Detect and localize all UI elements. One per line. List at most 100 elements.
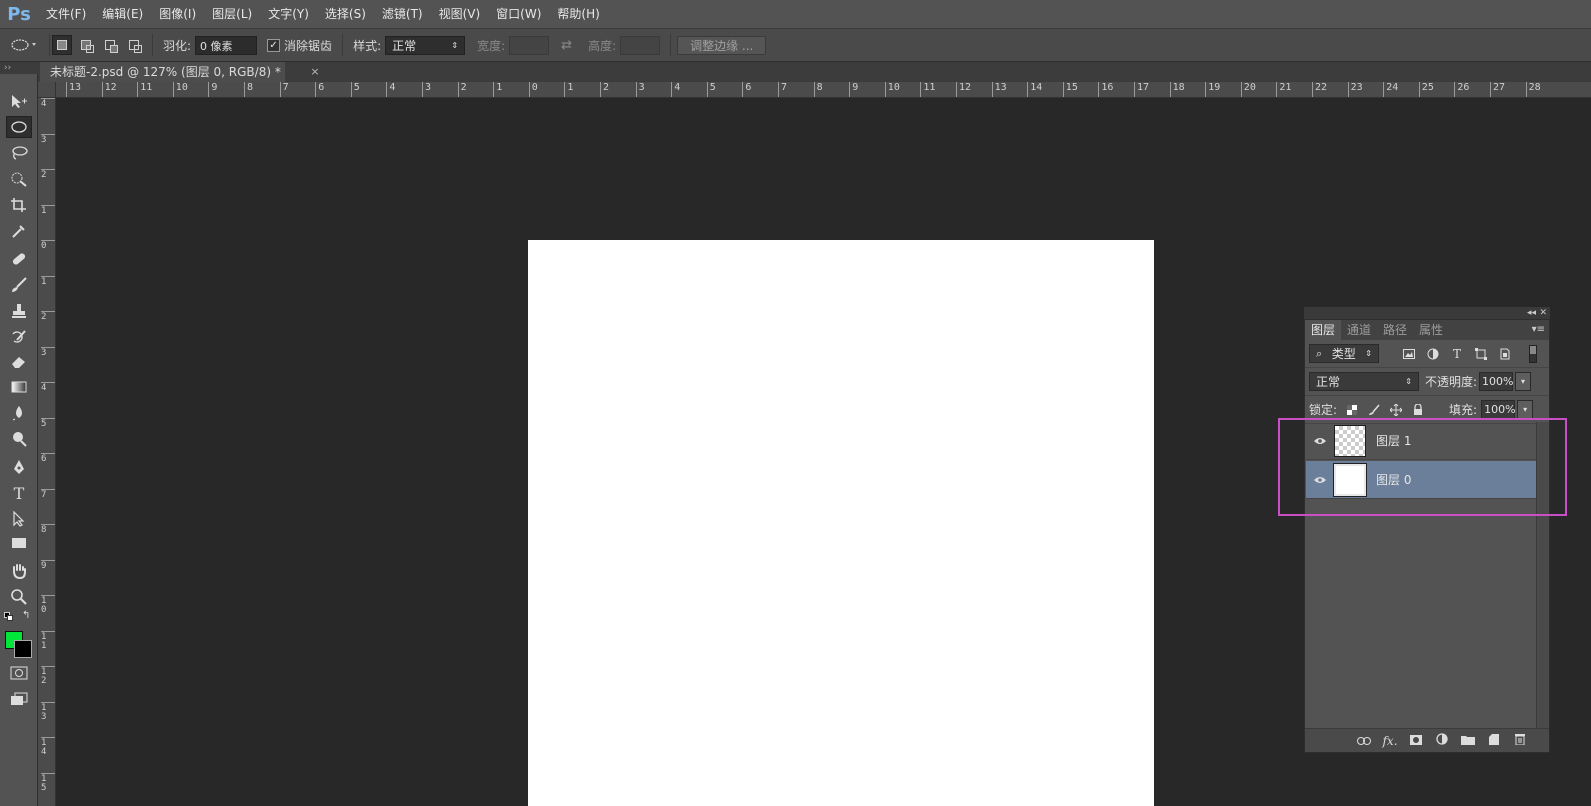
document-tab[interactable]: 未标题-2.psd @ 127% (图层 0, RGB/8) * [40, 62, 285, 82]
ruler-label: 17 [1137, 82, 1150, 93]
background-color-swatch[interactable] [14, 640, 32, 658]
ruler-label: 4 [674, 82, 681, 93]
path-selection-tool-icon[interactable] [6, 508, 32, 530]
ruler-label: 0 [41, 241, 47, 251]
lasso-tool-icon[interactable] [6, 142, 32, 164]
collapse-panel-icon[interactable]: ◂◂ [1527, 307, 1536, 319]
intersect-selection-button[interactable] [124, 35, 144, 55]
horizontal-ruler[interactable]: 13 12 11 10 9 8 7 6 5 4 3 2 1 0 1 2 3 4 5 6 7 8 9 10 11 12 13 14 15 1… [40, 82, 1591, 98]
smart-object-filter-icon[interactable] [1495, 345, 1515, 363]
ruler-tick [1240, 82, 1242, 97]
ruler-origin[interactable] [38, 82, 56, 98]
document-canvas[interactable] [528, 240, 1154, 806]
subtract-selection-icon [105, 40, 118, 53]
mask-icon[interactable] [1403, 734, 1429, 748]
tool-preset-picker[interactable] [0, 34, 50, 56]
eyedropper-tool-icon[interactable] [6, 220, 32, 242]
trash-icon[interactable] [1507, 733, 1533, 748]
ruler-label: 19 [1208, 82, 1221, 93]
default-colors-icon[interactable] [4, 612, 14, 622]
adjustment-filter-icon[interactable] [1423, 345, 1443, 363]
hand-tool-icon[interactable] [6, 560, 32, 582]
rectangle-tool-icon[interactable] [6, 532, 32, 554]
type-tool-icon[interactable]: T [6, 482, 32, 504]
tab-paths[interactable]: 路径 [1377, 320, 1413, 340]
style-select[interactable]: 正常 ⇕ [385, 35, 466, 55]
toolbar-collapse-icon[interactable]: ›› [0, 62, 38, 74]
dodge-tool-icon[interactable] [6, 428, 32, 450]
quick-selection-tool-icon[interactable] [6, 168, 32, 190]
ruler-tick [1169, 82, 1171, 97]
lock-all-icon[interactable] [1407, 401, 1429, 419]
refine-edge-button[interactable]: 调整边缘 ... [677, 35, 767, 55]
history-brush-tool-icon[interactable] [6, 326, 32, 348]
menu-window[interactable]: 窗口(W) [488, 0, 549, 28]
panel-menu-icon[interactable]: ▾≡ [1532, 320, 1545, 340]
clone-stamp-tool-icon[interactable] [6, 300, 32, 322]
new-layer-icon[interactable] [1481, 733, 1507, 748]
screen-mode-icon[interactable] [6, 688, 32, 710]
menu-view[interactable]: 视图(V) [431, 0, 489, 28]
lock-transparent-icon[interactable] [1341, 401, 1363, 419]
ruler-label: 7 [781, 82, 788, 93]
filter-type-select[interactable]: ⌕ 类型 ⇕ [1309, 344, 1379, 363]
height-input[interactable] [620, 35, 661, 55]
link-icon[interactable] [1351, 734, 1377, 748]
lock-pixels-icon[interactable] [1363, 401, 1385, 419]
crop-tool-icon[interactable] [6, 194, 32, 216]
fill-dropdown-icon[interactable]: ▾ [1517, 400, 1534, 419]
shape-filter-icon[interactable] [1471, 345, 1491, 363]
feather-input[interactable]: 0 像素 [195, 35, 258, 55]
zoom-tool-icon[interactable] [6, 586, 32, 608]
fill-input[interactable]: 100% [1481, 400, 1516, 419]
blend-mode-select[interactable]: 正常 ⇕ [1309, 372, 1419, 391]
opacity-dropdown-icon[interactable]: ▾ [1515, 372, 1532, 391]
tab-layers[interactable]: 图层 [1305, 320, 1342, 340]
pen-tool-icon[interactable] [6, 456, 32, 478]
menu-edit[interactable]: 编辑(E) [94, 0, 151, 28]
folder-icon[interactable] [1455, 734, 1481, 748]
menu-file[interactable]: 文件(F) [38, 0, 94, 28]
filter-toggle[interactable] [1529, 345, 1537, 363]
lock-position-icon[interactable] [1385, 401, 1407, 419]
healing-brush-tool-icon[interactable] [6, 248, 32, 270]
ruler-tick [1098, 82, 1100, 97]
blur-tool-icon[interactable] [6, 402, 32, 424]
gradient-tool-icon[interactable] [6, 376, 32, 398]
type-filter-icon[interactable]: T [1447, 345, 1467, 363]
elliptical-marquee-tool-icon[interactable] [6, 116, 32, 138]
subtract-selection-button[interactable] [100, 35, 120, 55]
eraser-tool-icon[interactable] [6, 350, 32, 372]
new-selection-button[interactable] [52, 35, 72, 55]
menu-layer[interactable]: 图层(L) [204, 0, 260, 28]
menu-image[interactable]: 图像(I) [151, 0, 204, 28]
ruler-label: 4 [389, 82, 396, 93]
tab-properties[interactable]: 属性 [1413, 320, 1449, 340]
image-filter-icon[interactable] [1399, 345, 1419, 363]
menu-select[interactable]: 选择(S) [317, 0, 374, 28]
ruler-label: 0 [531, 82, 538, 93]
swap-icon[interactable]: ⇄ [561, 38, 572, 53]
menu-filter[interactable]: 滤镜(T) [374, 0, 431, 28]
brush-tool-icon[interactable] [6, 274, 32, 296]
swap-colors-icon[interactable]: ↰ [22, 610, 30, 621]
opacity-input[interactable]: 100% [1479, 372, 1514, 391]
adjustment-icon[interactable] [1429, 733, 1455, 748]
antialias-checkbox[interactable]: ✓ [267, 38, 281, 52]
tab-channels[interactable]: 通道 [1341, 320, 1377, 340]
width-input[interactable] [509, 35, 550, 55]
fx-icon[interactable]: fx. [1377, 734, 1403, 748]
vertical-ruler[interactable]: 43210123456789101112131415 [38, 98, 56, 806]
add-selection-button[interactable] [76, 35, 96, 55]
ruler-label: 8 [816, 82, 823, 93]
close-panel-icon[interactable]: ✕ [1539, 307, 1547, 319]
move-tool-icon[interactable] [6, 90, 32, 112]
ruler-label: 11 [923, 82, 936, 93]
ruler-label: 1 [496, 82, 503, 93]
ruler-label: 2 [460, 82, 467, 93]
menu-bar: Ps 文件(F) 编辑(E) 图像(I) 图层(L) 文字(Y) 选择(S) 滤… [0, 0, 1591, 28]
menu-type[interactable]: 文字(Y) [260, 0, 317, 28]
close-icon[interactable]: × [308, 62, 322, 82]
menu-help[interactable]: 帮助(H) [549, 0, 607, 28]
quick-mask-icon[interactable] [6, 662, 32, 684]
